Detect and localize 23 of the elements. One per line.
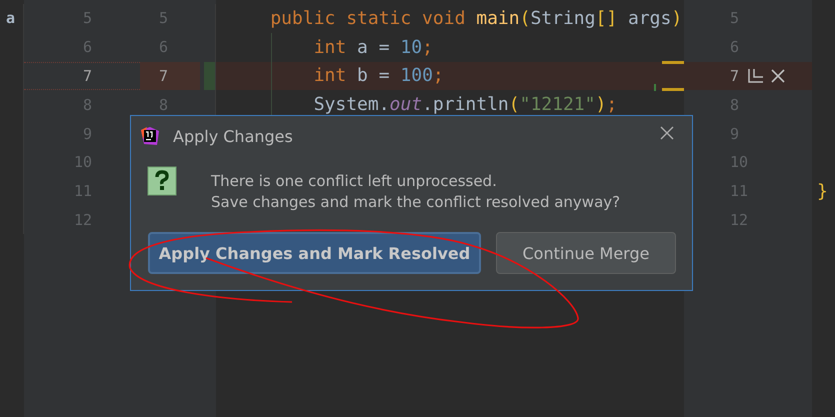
side-label: a <box>6 9 16 28</box>
close-icon[interactable] <box>771 68 786 83</box>
app-logo-icon <box>141 127 159 145</box>
change-marker <box>662 60 684 64</box>
cancel-button[interactable]: Continue Merge <box>496 232 676 274</box>
change-marker <box>204 62 215 90</box>
code-line: int b = 100; <box>312 65 444 86</box>
confirm-button[interactable]: Apply Changes and Mark Resolved <box>148 232 481 274</box>
code-line: System.out.println("12121"); <box>312 94 618 116</box>
code-line: } <box>817 180 828 202</box>
dialog-title: Apply Changes <box>173 126 294 146</box>
message-text: Save changes and mark the conflict resolved anyway? <box>211 193 620 211</box>
close-icon[interactable] <box>660 126 674 140</box>
code-line: public static void main(String[] args) <box>269 8 682 29</box>
line-number: 7 <box>158 66 168 85</box>
change-marker <box>654 84 656 92</box>
line-number: 7 <box>82 66 92 85</box>
message-text: There is one conflict left unprocessed. <box>211 172 498 190</box>
question-icon <box>147 166 177 196</box>
code-line: int a = 10; <box>312 36 433 58</box>
change-marker <box>662 88 684 92</box>
line-number: 7 <box>730 66 740 85</box>
accept-icon[interactable] <box>747 68 766 84</box>
